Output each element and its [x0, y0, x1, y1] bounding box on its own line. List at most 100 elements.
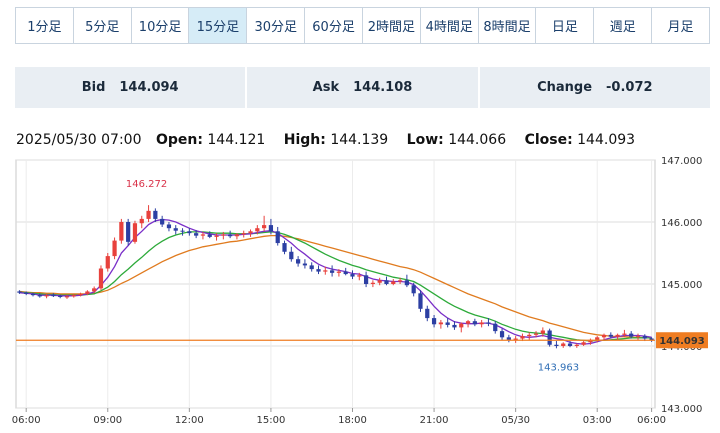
candle-body [343, 271, 348, 275]
candle-body [567, 343, 573, 346]
candle-body [58, 295, 63, 298]
candle-body [445, 322, 450, 325]
candle-body [37, 295, 42, 297]
candle-body [561, 343, 566, 346]
timeframe-tab[interactable]: 15分足 [188, 8, 247, 43]
close-label: Close: [524, 132, 573, 148]
candle-body [411, 285, 416, 294]
candle-body [78, 293, 83, 296]
candle-body [51, 295, 56, 297]
candle-body [30, 293, 36, 296]
candle-body [547, 330, 552, 345]
candle-body [282, 243, 287, 252]
change-value: -0.072 [606, 80, 653, 95]
min-price-label: 143.963 [538, 362, 579, 373]
candle-body [119, 222, 124, 241]
x-tick-label: 06:00 [12, 415, 41, 426]
x-tick-label: 03:00 [583, 415, 612, 426]
candle-body [92, 288, 97, 292]
candle-body [601, 334, 607, 338]
x-tick-label: 21:00 [420, 415, 449, 426]
timeframe-tab[interactable]: 5分足 [72, 8, 131, 43]
candle-body [194, 233, 199, 236]
candle-body [527, 334, 532, 337]
candle-body [132, 223, 138, 242]
x-tick-label: 12:00 [175, 415, 204, 426]
bid-value: 144.094 [119, 80, 179, 95]
timeframe-tab[interactable]: 30分足 [246, 8, 304, 43]
candle-body [615, 334, 620, 337]
candle-body [275, 231, 280, 244]
timeframe-tab[interactable]: 2時間足 [361, 8, 420, 43]
timeframe-tab[interactable]: 60分足 [304, 8, 362, 43]
x-tick-label: 15:00 [257, 415, 286, 426]
candle-body [241, 233, 246, 235]
candle-body [465, 321, 471, 324]
candle-body [425, 308, 430, 319]
y-tick-label: 147.000 [661, 156, 702, 167]
timeframe-tab[interactable]: 週足 [593, 8, 651, 43]
candle-body [173, 228, 178, 231]
timeframe-tab[interactable]: 1分足 [16, 8, 73, 43]
candle-body [17, 291, 22, 293]
candle-body [323, 270, 328, 272]
candle-body [153, 210, 158, 219]
ask-value: 144.108 [353, 80, 413, 95]
candlestick-chart[interactable]: 147.000146.000145.000144.000143.00006:00… [0, 150, 720, 433]
candle-body [105, 256, 110, 269]
candle-body [397, 280, 403, 282]
candle-body [377, 280, 382, 283]
open-value: 144.121 [207, 132, 266, 148]
candle-body [309, 265, 314, 270]
timeframe-tab[interactable]: 日足 [535, 8, 593, 43]
candle-body [255, 228, 260, 232]
candle-body [228, 234, 233, 237]
candle-body [296, 259, 301, 264]
candle-body [112, 240, 117, 257]
candle-body [24, 292, 29, 294]
timeframe-tab[interactable]: 10分足 [130, 8, 189, 43]
candle-body [459, 323, 464, 328]
candle-body [98, 268, 104, 289]
low-value: 144.066 [448, 132, 507, 148]
candle-body [262, 225, 267, 229]
candle-body [493, 323, 498, 332]
max-price-label: 146.272 [126, 179, 167, 190]
price-chart[interactable]: 147.000146.000145.000144.000143.00006:00… [0, 150, 720, 433]
candle-body [595, 337, 600, 340]
candle-body [506, 337, 511, 340]
candle-body [642, 336, 647, 339]
high-value: 144.139 [330, 132, 389, 148]
candle-body [64, 296, 70, 298]
candle-body [207, 234, 212, 237]
candle-body [180, 230, 185, 232]
y-tick-label: 145.000 [661, 280, 702, 291]
candle-body [404, 280, 409, 286]
candle-body [146, 210, 151, 219]
candle-body [248, 231, 253, 234]
timeframe-tab[interactable]: 月足 [651, 8, 709, 43]
candle-body [499, 331, 505, 338]
candle-body [363, 275, 369, 284]
candle-body [370, 282, 375, 284]
bid-label: Bid [81, 80, 106, 95]
quote-bar: Bid 144.094 Ask 144.108 Change -0.072 [15, 67, 710, 108]
ask-cell: Ask 144.108 [245, 67, 477, 108]
candle-body [316, 269, 321, 272]
candle-body [520, 336, 525, 339]
candle-body [622, 333, 627, 335]
candle-body [418, 293, 423, 309]
candle-body [336, 271, 342, 273]
timeframe-tab[interactable]: 4時間足 [419, 8, 478, 43]
candle-body [479, 322, 484, 325]
candle-body [486, 322, 491, 324]
ohlc-readout: 2025/05/30 07:00 Open: 144.121 High: 144… [16, 132, 635, 148]
candle-body [268, 225, 274, 232]
timeframe-tab[interactable]: 8時間足 [477, 8, 536, 43]
ohlc-datetime: 2025/05/30 07:00 [16, 132, 142, 148]
candle-body [391, 281, 396, 284]
x-tick-label: 06:00 [637, 415, 666, 426]
candle-body [581, 342, 586, 345]
candle-body [472, 321, 477, 325]
candle-body [234, 234, 240, 237]
